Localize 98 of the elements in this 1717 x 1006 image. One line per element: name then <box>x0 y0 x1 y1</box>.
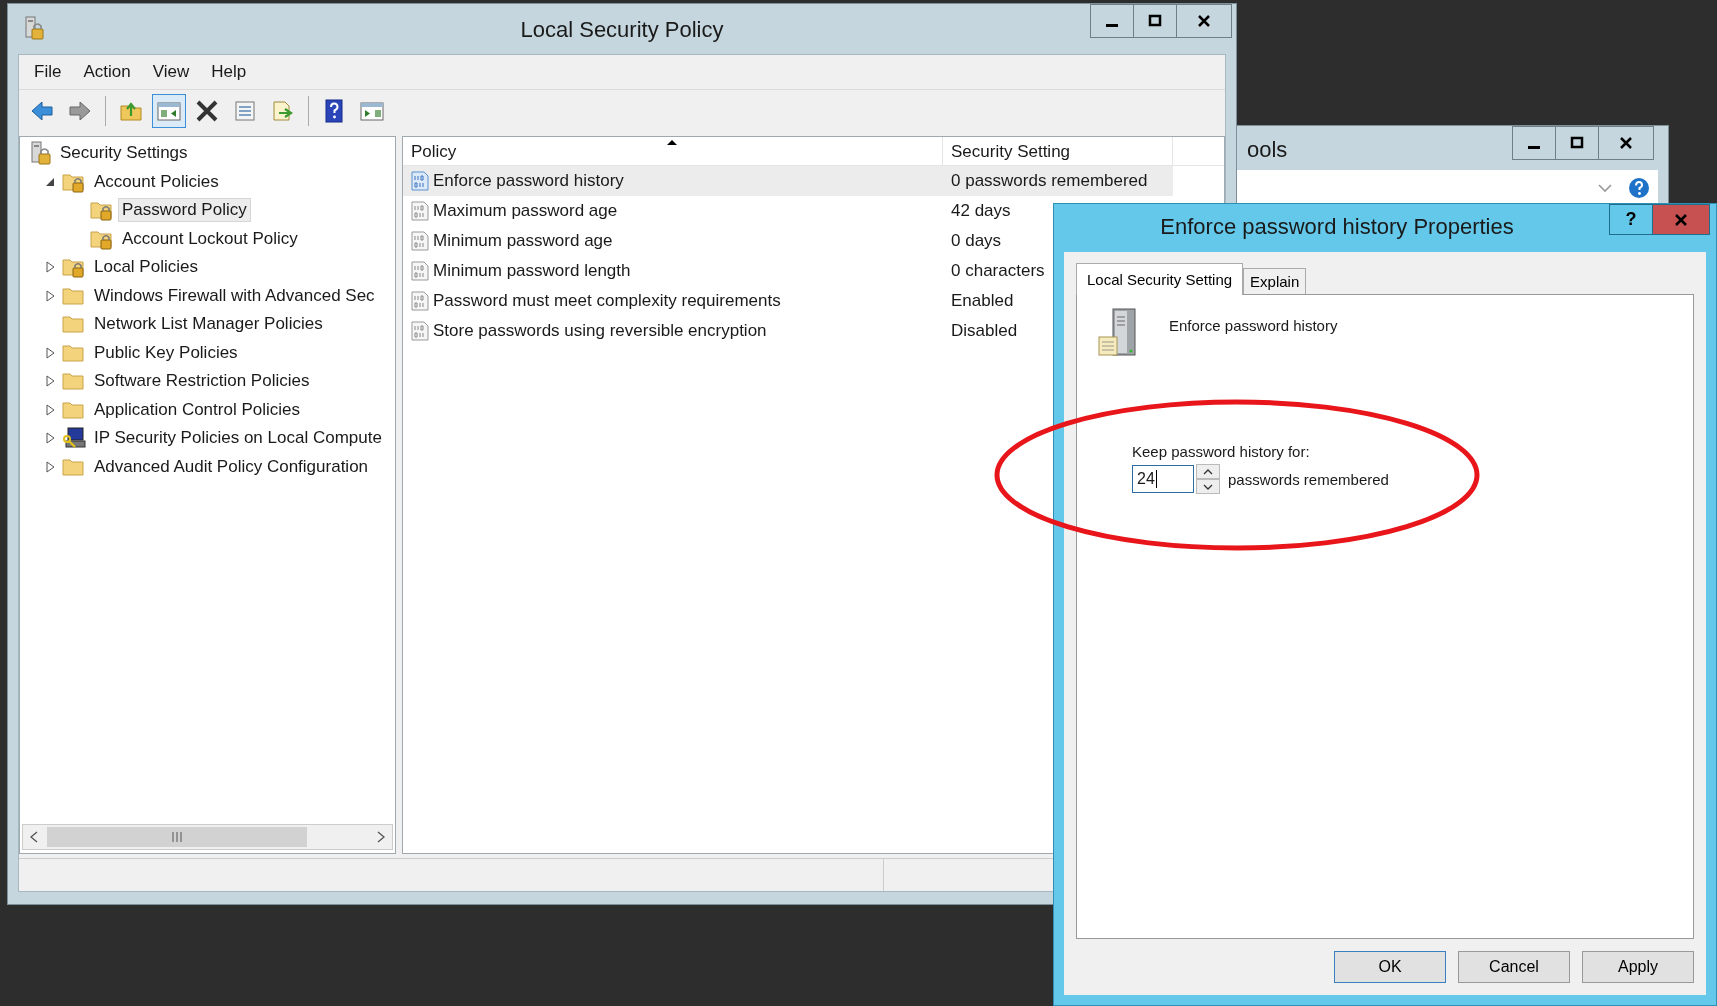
close-button[interactable] <box>1598 126 1654 160</box>
tree-item[interactable]: Windows Firewall with Advanced Sec <box>90 283 379 308</box>
pane-icon <box>156 100 182 122</box>
table-cell[interactable]: Enforce password history <box>403 166 943 196</box>
horizontal-scrollbar[interactable] <box>22 824 393 850</box>
dialog-title: Enforce password history Properties <box>1159 214 1515 240</box>
minimize-icon <box>1106 23 1118 27</box>
window-title: Local Security Policy <box>520 17 724 42</box>
table-cell-text: 42 days <box>950 200 1011 222</box>
policy-icon <box>411 171 429 191</box>
tree-item[interactable]: IP Security Policies on Local Compute <box>90 426 386 451</box>
tree-item[interactable]: Network List Manager Policies <box>90 312 327 337</box>
table-cell-text: 0 days <box>950 230 1002 252</box>
tree-item[interactable]: Local Policies <box>90 255 202 280</box>
policy-icon <box>411 291 429 311</box>
menu-item[interactable]: View <box>143 58 199 86</box>
folder-lock-icon <box>62 256 86 279</box>
expand-arrow-icon[interactable] <box>45 375 55 388</box>
tree-item[interactable]: Password Policy <box>118 198 251 223</box>
table-cell: 0 passwords remembered <box>943 166 1173 196</box>
minimize-icon <box>1528 145 1540 149</box>
collapse-arrow-icon[interactable] <box>45 176 55 187</box>
window-title: ools <box>1247 136 1289 163</box>
dialog-button[interactable]: OK <box>1334 951 1446 983</box>
pane-icon <box>359 100 385 122</box>
table-cell[interactable]: Minimum password length <box>403 256 943 286</box>
document-list-icon <box>233 100 257 122</box>
chevron-down-icon[interactable] <box>1598 183 1612 193</box>
maximize-icon <box>1570 136 1584 150</box>
expand-arrow-icon[interactable] <box>45 261 55 274</box>
tree-item[interactable]: Advanced Audit Policy Configuration <box>90 454 373 479</box>
maximize-icon <box>1148 14 1162 28</box>
scroll-left-icon[interactable] <box>29 831 39 843</box>
dialog-button[interactable]: Cancel <box>1458 951 1570 983</box>
help-button[interactable]: ? <box>1609 204 1653 235</box>
expand-arrow-icon[interactable] <box>45 289 55 302</box>
tab[interactable]: Explain <box>1243 268 1307 294</box>
menu-item[interactable]: File <box>25 58 71 86</box>
number-field[interactable]: 24 <box>1132 465 1194 493</box>
expand-arrow-icon[interactable] <box>45 460 55 473</box>
policy-icon <box>411 231 429 251</box>
folder-icon <box>62 370 86 393</box>
column-header[interactable]: Policy <box>403 137 943 165</box>
menu-item[interactable]: Action <box>74 58 140 86</box>
delete-icon <box>195 100 219 122</box>
scroll-right-icon[interactable] <box>376 831 386 843</box>
computer-key-icon <box>62 426 86 451</box>
grip-icon <box>171 832 183 842</box>
help-book-icon <box>323 99 345 123</box>
dialog-button[interactable]: Apply <box>1582 951 1694 983</box>
tree-item[interactable]: Software Restriction Policies <box>90 369 314 394</box>
table-cell[interactable]: Store passwords using reversible encryption <box>403 316 943 346</box>
table-cell-text: Disabled <box>950 320 1018 342</box>
table-cell-text: Enabled <box>950 290 1014 312</box>
expand-arrow-icon[interactable] <box>45 403 55 416</box>
server-lock-icon <box>30 141 52 166</box>
policy-icon <box>411 261 429 281</box>
minimize-button[interactable] <box>1512 126 1556 160</box>
sort-up-icon <box>666 139 678 146</box>
column-header[interactable]: Security Setting <box>943 137 1173 165</box>
spin-down-button[interactable] <box>1196 479 1220 494</box>
table-cell[interactable]: Password must meet complexity requirements <box>403 286 943 316</box>
tree-item[interactable]: Application Control Policies <box>90 397 304 422</box>
help-icon[interactable] <box>1628 177 1650 199</box>
expand-arrow-icon[interactable] <box>45 432 55 445</box>
folder-icon <box>62 313 86 336</box>
scrollbar-thumb[interactable] <box>47 827 307 847</box>
policy-icon <box>411 201 429 221</box>
menu-item[interactable]: Help <box>202 58 256 86</box>
maximize-button[interactable] <box>1133 4 1177 38</box>
tree-item[interactable]: Account Policies <box>90 169 223 194</box>
tree-item[interactable]: Security Settings <box>56 141 192 166</box>
export-icon <box>271 100 295 122</box>
folder-up-icon <box>119 100 143 122</box>
chevron-up-icon <box>1203 468 1213 475</box>
close-icon <box>1197 14 1211 28</box>
spin-up-button[interactable] <box>1196 464 1220 479</box>
policy-icon <box>411 321 429 341</box>
table-cell[interactable]: Maximum password age <box>403 196 943 226</box>
server-lock-icon <box>24 16 44 42</box>
close-icon <box>1674 212 1688 227</box>
minimize-button[interactable] <box>1090 4 1134 38</box>
close-button[interactable] <box>1176 4 1232 38</box>
table-cell-text: 0 characters <box>950 260 1045 282</box>
folder-lock-icon <box>90 199 114 222</box>
right-arrow-icon <box>68 100 92 122</box>
tab[interactable]: Local Security Setting <box>1076 263 1244 295</box>
tree-item[interactable]: Public Key Policies <box>90 340 242 365</box>
table-cell[interactable]: Minimum password age <box>403 226 943 256</box>
expand-arrow-icon[interactable] <box>45 346 55 359</box>
maximize-button[interactable] <box>1555 126 1599 160</box>
unit-label: passwords remembered <box>1228 470 1389 488</box>
chevron-down-icon <box>1203 483 1213 490</box>
field-label: Keep password history for: <box>1132 443 1311 460</box>
close-icon <box>1619 136 1633 150</box>
policy-name: Enforce password history <box>1169 316 1338 334</box>
left-arrow-icon <box>30 100 54 122</box>
tree-item[interactable]: Account Lockout Policy <box>118 226 302 251</box>
